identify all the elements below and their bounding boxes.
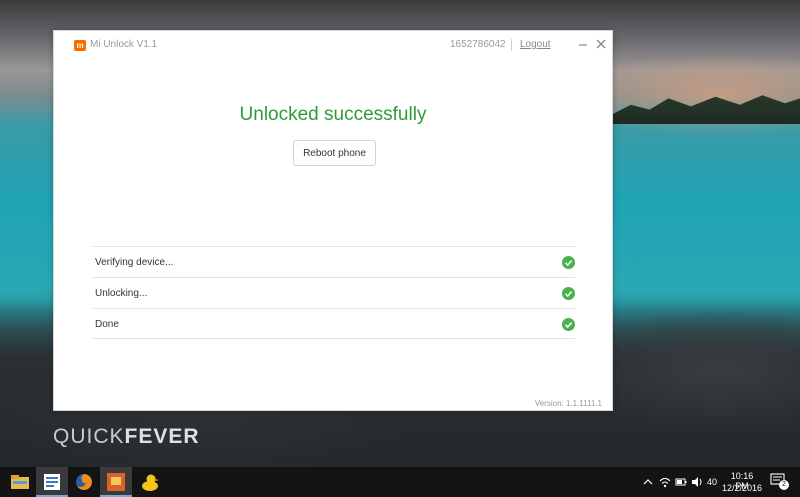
taskbar-file-explorer[interactable]	[4, 467, 36, 497]
step-label: Unlocking...	[95, 288, 148, 299]
taskbar-duck-app[interactable]	[134, 467, 166, 497]
quickfever-watermark: QUICKFEVER	[53, 425, 200, 449]
title-divider	[511, 39, 512, 51]
watermark-bold: FEVER	[124, 425, 200, 448]
check-circle-icon	[562, 287, 575, 300]
check-circle-icon	[562, 256, 575, 269]
mi-logo-icon: m	[74, 40, 86, 51]
check-circle-icon	[562, 318, 575, 331]
step-label: Done	[95, 319, 119, 330]
clock-date[interactable]: 12/2/2016	[722, 483, 762, 493]
taskbar-notes-app[interactable]	[36, 467, 68, 497]
logout-link[interactable]: Logout	[520, 39, 551, 50]
reboot-phone-button[interactable]: Reboot phone	[293, 140, 376, 166]
wifi-icon[interactable]	[658, 475, 672, 489]
mi-unlock-window: m Mi Unlock V1.1 1652786042 Logout Unloc…	[53, 30, 613, 411]
taskbar: 40 10:16 PM 12/2/2016 2	[0, 467, 800, 497]
tray-indicator-text[interactable]: 40	[707, 477, 717, 487]
desktop-treeline	[612, 95, 800, 124]
volume-icon[interactable]	[690, 475, 704, 489]
battery-icon[interactable]	[674, 475, 688, 489]
minimize-icon	[579, 44, 587, 46]
status-title: Unlocked successfully	[239, 104, 427, 125]
app-title: Mi Unlock V1.1	[90, 39, 158, 50]
notes-app-icon	[44, 474, 60, 490]
progress-steps: Verifying device... Unlocking... Done	[93, 246, 575, 339]
close-icon	[596, 39, 606, 49]
media-app-icon	[107, 473, 125, 491]
notification-count-badge: 2	[779, 480, 789, 490]
watermark-light: QUICK	[53, 425, 125, 448]
firefox-icon	[76, 474, 92, 490]
taskbar-firefox[interactable]	[68, 467, 100, 497]
chevron-up-icon[interactable]	[641, 475, 655, 489]
step-label: Verifying device...	[95, 257, 174, 268]
step-row: Done	[93, 308, 575, 339]
file-explorer-icon	[11, 475, 29, 489]
version-label: Version: 1.1.1111.1	[534, 399, 602, 408]
action-center-button[interactable]: 2	[770, 473, 790, 491]
taskbar-media-app[interactable]	[100, 467, 132, 497]
close-button[interactable]	[594, 37, 608, 51]
step-row: Unlocking...	[93, 277, 575, 308]
step-row: Verifying device...	[93, 246, 575, 277]
duck-app-icon	[142, 474, 159, 491]
minimize-button[interactable]	[576, 37, 590, 51]
account-id: 1652786042	[450, 39, 506, 50]
title-bar: m Mi Unlock V1.1 1652786042 Logout	[54, 31, 612, 61]
